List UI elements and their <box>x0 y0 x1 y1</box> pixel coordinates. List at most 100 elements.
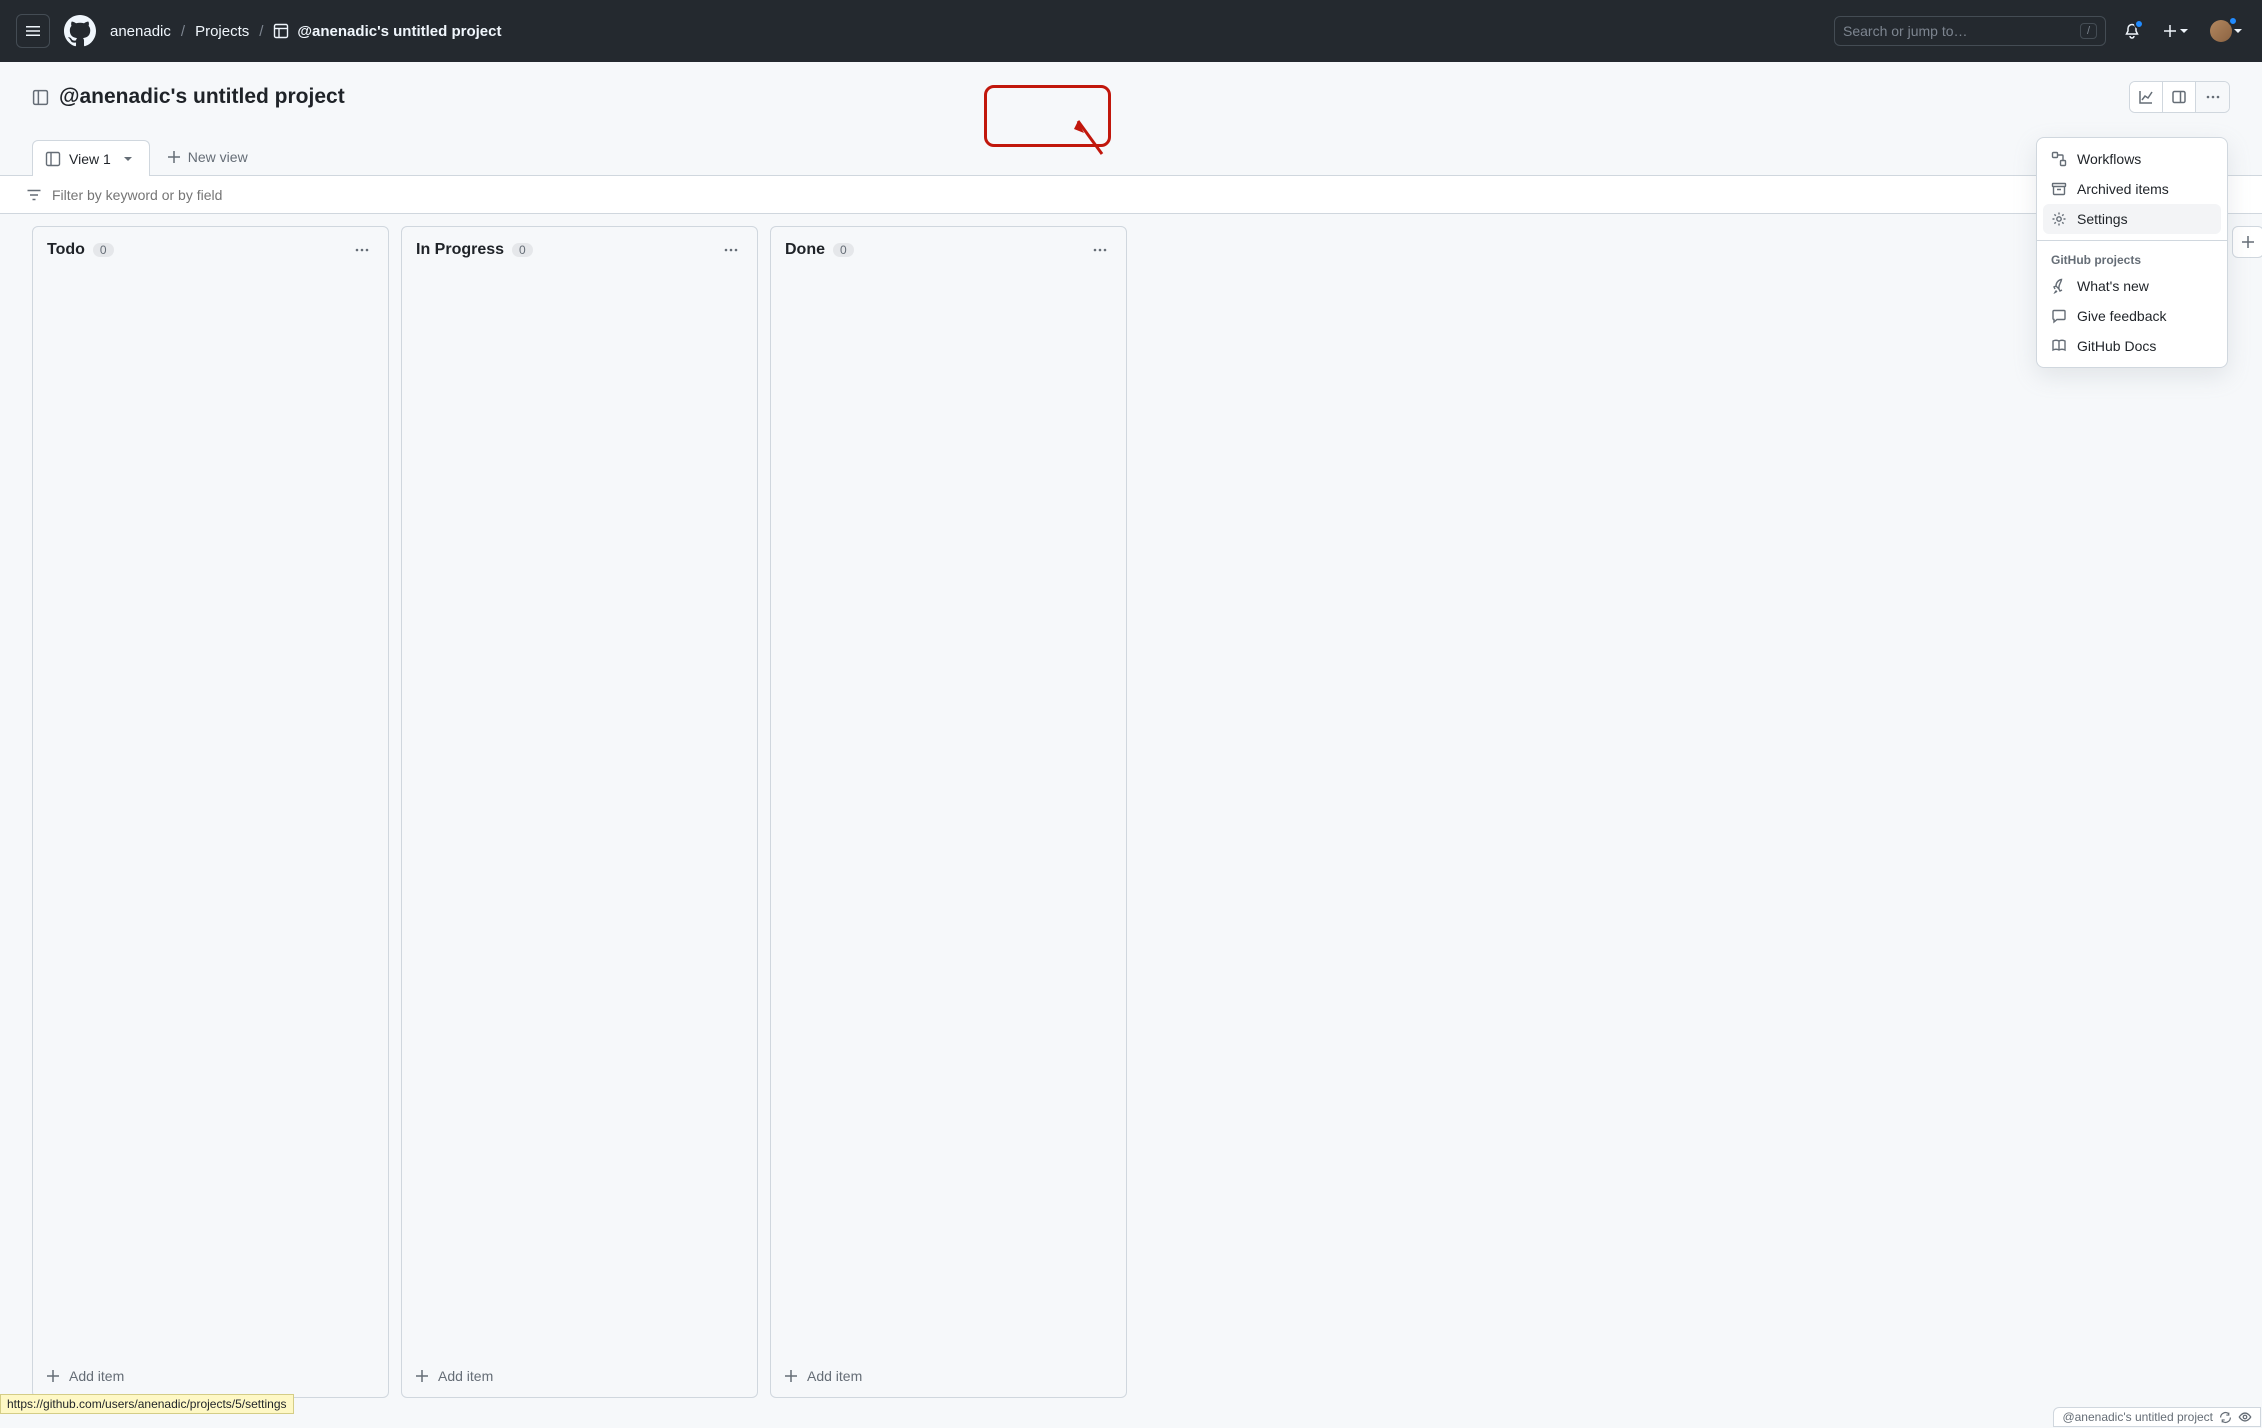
menu-item-archived[interactable]: Archived items <box>2043 174 2221 204</box>
search-shortcut: / <box>2080 23 2097 39</box>
column-body <box>402 273 757 1355</box>
github-logo[interactable] <box>64 15 96 47</box>
project-board: Todo 0 Add item In Progress 0 Add item <box>0 214 2262 1410</box>
insights-button[interactable] <box>2130 82 2163 112</box>
add-item-button[interactable]: Add item <box>771 1355 1126 1397</box>
menu-item-label: Settings <box>2077 211 2128 227</box>
book-icon <box>2051 338 2067 354</box>
column-done: Done 0 Add item <box>770 226 1127 1398</box>
caret-down-icon <box>2180 27 2188 35</box>
menu-item-label: What's new <box>2077 278 2149 294</box>
column-title: Done <box>785 241 825 259</box>
column-title: Todo <box>47 241 85 259</box>
menu-item-settings[interactable]: Settings <box>2043 204 2221 234</box>
workflow-icon <box>2051 151 2067 167</box>
rocket-icon <box>2051 278 2067 294</box>
status-bar-right: @anenadic's untitled project <box>2053 1407 2261 1427</box>
caret-down-icon <box>2234 27 2242 35</box>
chevron-down-icon <box>123 154 133 164</box>
status-url: https://github.com/users/anenadic/projec… <box>0 1394 294 1414</box>
plus-icon <box>45 1368 61 1384</box>
kebab-icon <box>1092 242 1108 258</box>
column-menu-button[interactable] <box>350 238 374 262</box>
column-title: In Progress <box>416 241 504 259</box>
table-icon <box>273 23 289 39</box>
comment-icon <box>2051 308 2067 324</box>
gear-icon <box>2051 211 2067 227</box>
hamburger-button[interactable] <box>16 14 50 48</box>
kebab-icon <box>2205 89 2221 105</box>
menu-item-whats-new[interactable]: What's new <box>2043 271 2221 301</box>
column-body <box>33 273 388 1355</box>
filter-bar <box>0 176 2262 214</box>
menu-separator <box>2037 240 2227 241</box>
breadcrumb-user[interactable]: anenadic <box>110 23 171 40</box>
filter-icon <box>26 187 42 203</box>
add-item-label: Add item <box>69 1368 124 1384</box>
toolbar-group <box>2129 81 2230 113</box>
new-view-button[interactable]: New view <box>154 139 260 175</box>
new-view-label: New view <box>188 149 248 165</box>
breadcrumb-separator: / <box>181 23 185 40</box>
avatar-dot-icon <box>2228 16 2238 26</box>
more-dropdown: Workflows Archived items Settings GitHub… <box>2036 137 2228 368</box>
notification-dot-icon <box>2134 19 2144 29</box>
plus-icon <box>2162 23 2178 39</box>
create-new-button[interactable] <box>2158 19 2192 43</box>
user-menu-button[interactable] <box>2206 16 2246 46</box>
column-body <box>771 273 1126 1355</box>
menu-item-label: Workflows <box>2077 151 2141 167</box>
add-item-label: Add item <box>807 1368 862 1384</box>
menu-item-label: Archived items <box>2077 181 2169 197</box>
status-project-name: @anenadic's untitled project <box>2062 1410 2213 1424</box>
column-todo: Todo 0 Add item <box>32 226 389 1398</box>
sync-icon <box>2219 1411 2232 1424</box>
breadcrumb-separator: / <box>259 23 263 40</box>
notifications-button[interactable] <box>2120 19 2144 43</box>
search-placeholder: Search or jump to… <box>1843 23 2080 39</box>
plus-icon <box>2240 234 2256 250</box>
breadcrumb-current: @anenadic's untitled project <box>273 23 501 40</box>
project-header: @anenadic's untitled project <box>0 62 2262 132</box>
kebab-icon <box>354 242 370 258</box>
filter-input[interactable] <box>52 187 2236 203</box>
graph-icon <box>2138 89 2154 105</box>
add-item-button[interactable]: Add item <box>402 1355 757 1397</box>
github-mark-icon <box>64 15 96 47</box>
menu-item-label: Give feedback <box>2077 308 2167 324</box>
breadcrumb: anenadic / Projects / @anenadic's untitl… <box>110 23 501 40</box>
plus-icon <box>166 149 182 165</box>
count-badge: 0 <box>833 243 854 257</box>
search-input[interactable]: Search or jump to… / <box>1834 16 2106 46</box>
column-in-progress: In Progress 0 Add item <box>401 226 758 1398</box>
archive-icon <box>2051 181 2067 197</box>
plus-icon <box>414 1368 430 1384</box>
menu-item-docs[interactable]: GitHub Docs <box>2043 331 2221 361</box>
more-menu-button[interactable] <box>2196 82 2229 112</box>
count-badge: 0 <box>93 243 114 257</box>
kebab-icon <box>723 242 739 258</box>
board-icon <box>45 151 61 167</box>
tab-view1[interactable]: View 1 <box>32 140 150 176</box>
column-menu-button[interactable] <box>719 238 743 262</box>
menu-section-header: GitHub projects <box>2043 247 2221 271</box>
tab-options-button[interactable] <box>119 150 137 168</box>
view-tabs: View 1 New view <box>0 132 2262 176</box>
tab-label: View 1 <box>69 151 111 167</box>
count-badge: 0 <box>512 243 533 257</box>
column-menu-button[interactable] <box>1088 238 1112 262</box>
project-icon <box>32 89 49 106</box>
plus-icon <box>783 1368 799 1384</box>
panel-button[interactable] <box>2163 82 2196 112</box>
add-item-button[interactable]: Add item <box>33 1355 388 1397</box>
page-title: @anenadic's untitled project <box>32 85 345 109</box>
hamburger-icon <box>25 23 41 39</box>
add-column-button[interactable] <box>2232 226 2262 258</box>
global-header: anenadic / Projects / @anenadic's untitl… <box>0 0 2262 62</box>
breadcrumb-projects[interactable]: Projects <box>195 23 249 40</box>
add-item-label: Add item <box>438 1368 493 1384</box>
eye-icon <box>2238 1410 2252 1424</box>
menu-item-workflows[interactable]: Workflows <box>2043 144 2221 174</box>
sidebar-icon <box>2171 89 2187 105</box>
menu-item-feedback[interactable]: Give feedback <box>2043 301 2221 331</box>
